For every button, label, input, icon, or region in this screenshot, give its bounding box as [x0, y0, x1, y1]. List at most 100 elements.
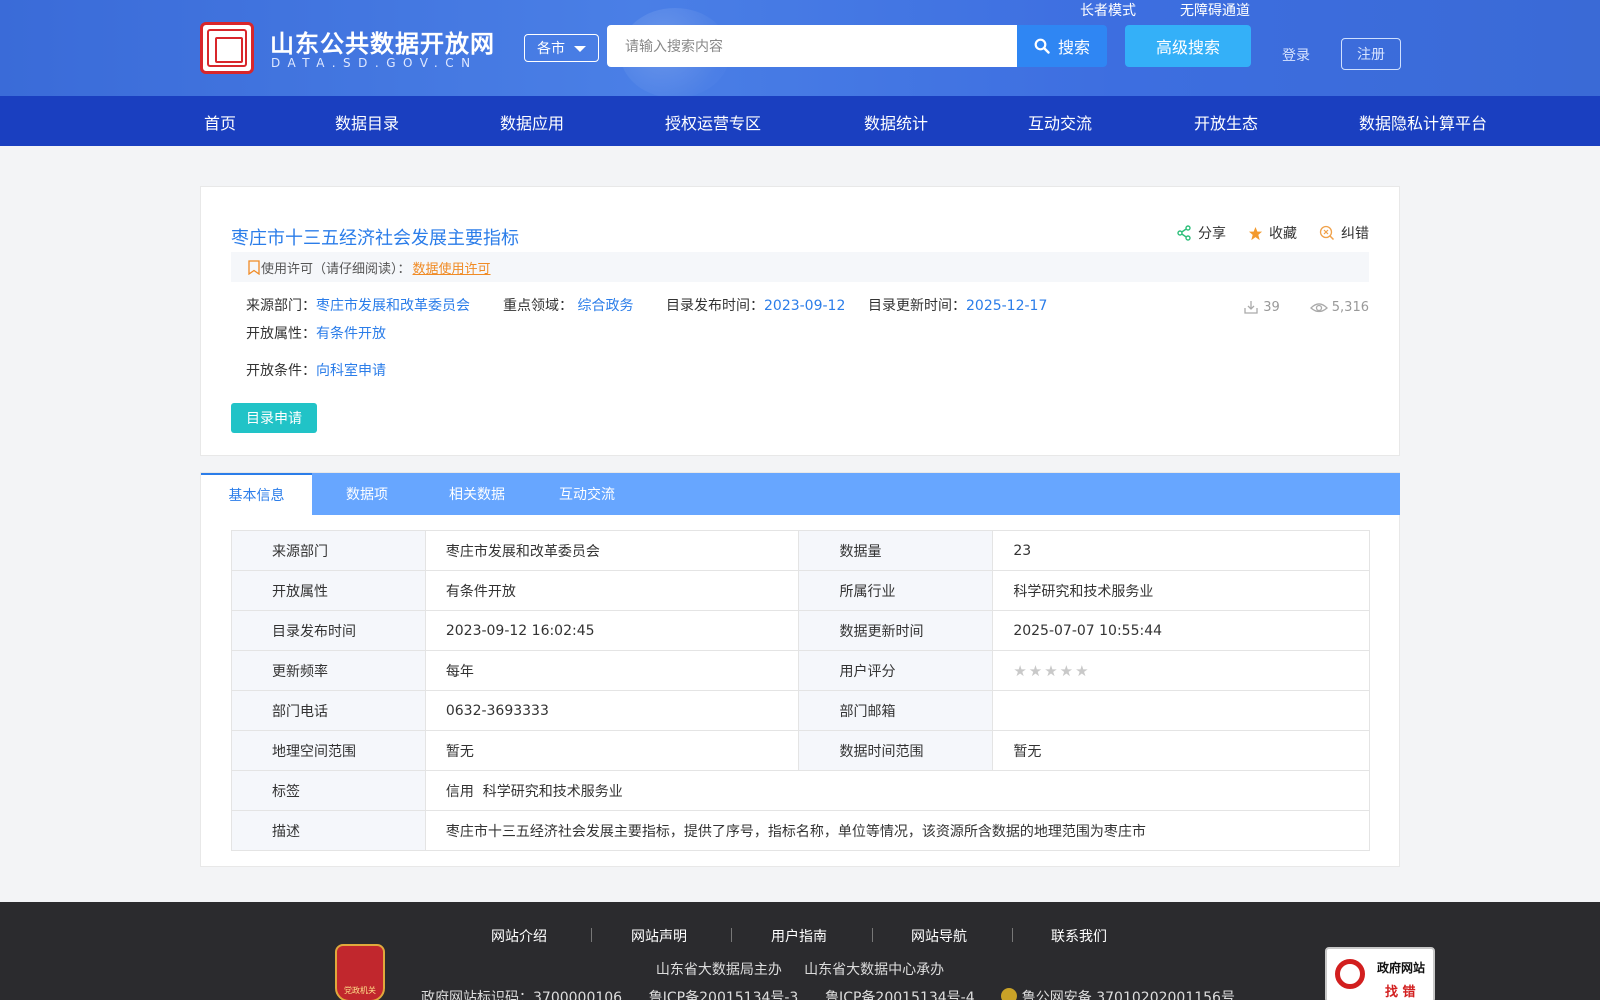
open-attribute: 开放属性：有条件开放: [246, 323, 386, 343]
nav-item-data-stats[interactable]: 数据统计: [864, 110, 928, 134]
publish-time: 目录发布时间：2023-09-12: [666, 295, 845, 315]
favorite-button[interactable]: 收藏: [1248, 223, 1297, 243]
footer-divider: [731, 928, 732, 942]
user-rating-stars[interactable]: ★★★★★: [992, 650, 1370, 691]
footer-divider: [1012, 928, 1013, 942]
detail-tabs: 基本信息 数据项 相关数据 互动交流: [201, 473, 1400, 515]
update-time: 目录更新时间：2025-12-17: [868, 295, 1047, 315]
site-title[interactable]: 山东公共数据开放网: [270, 24, 495, 59]
police-emblem-icon: [1001, 988, 1018, 1000]
nav-item-privacy-computing[interactable]: 数据隐私计算平台: [1359, 110, 1487, 134]
table-value: 2023-09-12 16:02:45: [424, 610, 800, 651]
table-value: 0632-3693333: [424, 690, 800, 731]
table-row: 地理空间范围 暂无 数据时间范围 暂无: [231, 730, 1370, 771]
party-badge-label: 党政机关: [344, 986, 376, 995]
footer-link-statement[interactable]: 网站声明: [631, 926, 687, 946]
table-label: 数据量: [798, 530, 994, 571]
gov-site-error-report-button[interactable]: 政府网站 找 错: [1325, 947, 1435, 1000]
nav-item-interaction[interactable]: 互动交流: [1028, 110, 1092, 134]
share-icon: [1177, 225, 1191, 241]
view-count: 5,316: [1309, 299, 1369, 315]
nav-item-open-ecosystem[interactable]: 开放生态: [1194, 110, 1258, 134]
open-condition-value: 向科室申请: [316, 363, 386, 379]
view-count-value: 5,316: [1331, 299, 1369, 315]
table-value: [992, 690, 1370, 731]
footer-link-about[interactable]: 网站介绍: [491, 926, 547, 946]
nav-item-data-apps[interactable]: 数据应用: [500, 110, 564, 134]
magnifier-icon: [1335, 959, 1365, 989]
table-row: 描述 枣庄市十三五经济社会发展主要指标，提供了序号，指标名称，单位等情况，该资源…: [231, 810, 1371, 851]
advanced-search-button[interactable]: 高级搜索: [1125, 25, 1251, 67]
city-select[interactable]: 各市: [524, 34, 599, 62]
nav-item-authorized-operation[interactable]: 授权运营专区: [665, 110, 761, 134]
dataset-actions: 分享 收藏 纠错: [1176, 223, 1369, 243]
table-value: 暂无: [992, 730, 1370, 771]
footer-link-contact[interactable]: 联系我们: [1051, 926, 1107, 946]
tab-data-items[interactable]: 数据项: [312, 473, 422, 515]
accessibility-link[interactable]: 无障碍通道: [1180, 0, 1250, 20]
footer-police-record[interactable]: 鲁公网安备 37010202001156号: [1022, 990, 1235, 1000]
publish-time-label: 目录发布时间：: [666, 298, 764, 314]
tab-related-data[interactable]: 相关数据: [422, 473, 532, 515]
search-button[interactable]: 搜索: [1017, 25, 1107, 67]
gov-find-top-label: 政府网站: [1377, 961, 1426, 975]
table-label: 更新频率: [231, 650, 426, 691]
report-error-button[interactable]: 纠错: [1319, 223, 1369, 243]
catalog-apply-button[interactable]: 目录申请: [231, 403, 317, 433]
dataset-summary-card: 枣庄市十三五经济社会发展主要指标 分享 收藏 纠错 使用许可（请仔细阅读）： 数…: [200, 186, 1400, 456]
register-button[interactable]: 注册: [1341, 38, 1401, 70]
key-domain-value[interactable]: 综合政务: [577, 298, 633, 314]
open-attribute-value: 有条件开放: [316, 326, 386, 342]
nav-item-home[interactable]: 首页: [204, 110, 236, 134]
table-label: 来源部门: [231, 530, 426, 571]
tab-basic-info[interactable]: 基本信息: [201, 473, 312, 515]
site-logo-icon[interactable]: [200, 22, 254, 74]
site-footer: 党政机关 网站介绍 网站声明 用户指南 网站导航 联系我们 山东省大数据局主办 …: [0, 902, 1600, 1000]
source-dept-value[interactable]: 枣庄市发展和改革委员会: [316, 298, 470, 314]
favorite-label: 收藏: [1269, 226, 1297, 242]
footer-site-id: 政府网站标识码：3700000106: [421, 990, 623, 1000]
search-input[interactable]: [607, 25, 1017, 67]
open-condition-label: 开放条件：: [246, 363, 316, 379]
table-value: 有条件开放: [424, 570, 800, 611]
share-button[interactable]: 分享: [1176, 223, 1226, 243]
download-count: 39: [1243, 299, 1280, 315]
update-time-value: 2025-12-17: [966, 298, 1048, 314]
table-label: 数据更新时间: [798, 610, 994, 651]
gov-find-bottom-label: 找 错: [1385, 985, 1416, 1000]
login-link[interactable]: 登录: [1282, 45, 1310, 65]
search-button-label: 搜索: [1057, 38, 1090, 57]
table-value: 每年: [424, 650, 800, 691]
table-label: 开放属性: [231, 570, 426, 611]
open-condition: 开放条件：向科室申请: [246, 360, 386, 380]
table-label: 部门邮箱: [798, 690, 994, 731]
site-domain: DATA.SD.GOV.CN: [271, 56, 478, 70]
publish-time-value: 2023-09-12: [764, 298, 846, 314]
footer-link-sitemap[interactable]: 网站导航: [911, 926, 967, 946]
table-label: 部门电话: [231, 690, 426, 731]
footer-icp-1[interactable]: 鲁ICP备20015134号-3: [649, 990, 799, 1000]
eye-icon: [1309, 303, 1328, 313]
table-row: 部门电话 0632-3693333 部门邮箱: [231, 690, 1370, 731]
table-label: 地理空间范围: [231, 730, 426, 771]
elder-mode-link[interactable]: 长者模式: [1080, 0, 1136, 20]
table-value: 暂无: [424, 730, 800, 771]
download-count-value: 39: [1263, 299, 1280, 315]
site-header: 山东公共数据开放网 DATA.SD.GOV.CN 长者模式 无障碍通道 各市 搜…: [0, 0, 1600, 96]
footer-icp-2[interactable]: 鲁ICP备20015134号-4: [825, 990, 975, 1000]
table-label: 目录发布时间: [231, 610, 426, 651]
tab-interaction[interactable]: 互动交流: [532, 473, 642, 515]
report-error-label: 纠错: [1341, 226, 1369, 242]
star-icon: [1248, 226, 1263, 240]
table-label: 所属行业: [798, 570, 994, 611]
table-row: 更新频率 每年 用户评分 ★★★★★: [231, 650, 1370, 691]
license-link[interactable]: 数据使用许可: [413, 258, 491, 277]
nav-item-data-catalog[interactable]: 数据目录: [335, 110, 399, 134]
key-domain: 重点领域： 综合政务: [503, 295, 633, 315]
chevron-down-icon: [574, 46, 586, 52]
footer-link-guide[interactable]: 用户指南: [771, 926, 827, 946]
table-label: 用户评分: [798, 650, 994, 691]
table-label: 标签: [231, 770, 426, 811]
basic-info-table: 来源部门 枣庄市发展和改革委员会 数据量 23 开放属性 有条件开放 所属行业 …: [231, 530, 1371, 851]
rating-stars-icon[interactable]: ★★★★★: [1013, 662, 1090, 680]
